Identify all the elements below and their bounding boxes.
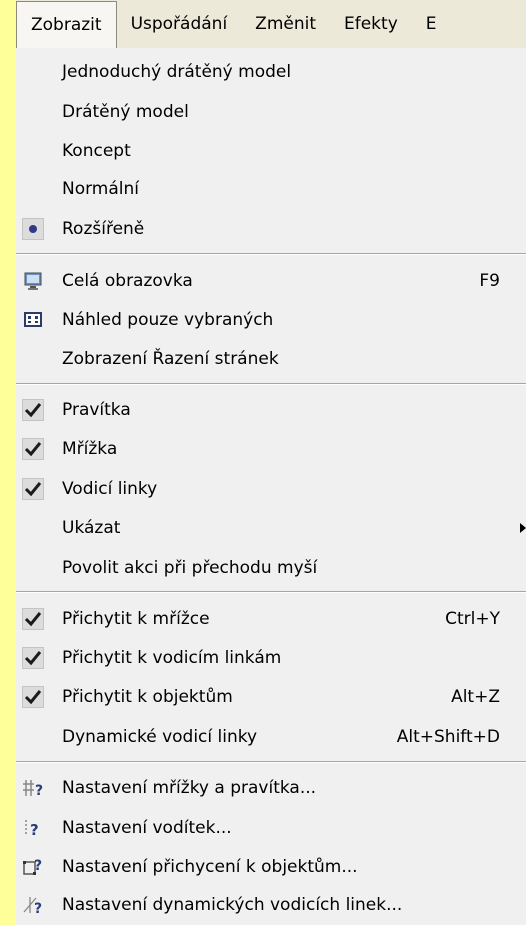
menu-item-shortcut: Alt+Shift+D xyxy=(396,727,500,747)
menu-item-label: Přichytit k vodicím linkám xyxy=(62,648,282,668)
menu-item-label: Náhled pouze vybraných xyxy=(62,310,274,330)
menu-item-snap-to-grid[interactable]: Přichytit k mřížce Ctrl+Y xyxy=(16,600,526,638)
menu-item-dynamic-guides[interactable]: Dynamické vodicí linky Alt+Shift+D xyxy=(16,718,526,756)
menu-item-label: Ukázat xyxy=(62,518,121,538)
yellow-background-strip xyxy=(0,0,16,925)
menu-item-simple-wireframe[interactable]: Jednoduchý drátěný model xyxy=(16,53,526,91)
checkmark-icon xyxy=(22,399,44,421)
menu-item-mouseover-action[interactable]: Povolit akci při přechodu myší xyxy=(16,549,526,587)
menu-next-partial[interactable]: E xyxy=(412,2,451,46)
snap-settings-icon: ? xyxy=(22,856,44,878)
menu-item-shortcut: Alt+Z xyxy=(451,687,500,707)
menu-item-label: Nastavení přichycení k objektům... xyxy=(62,857,358,877)
guides-settings-icon: ? xyxy=(22,817,44,839)
menu-item-label: Pravítka xyxy=(62,400,131,420)
menu-item-guidelines[interactable]: Vodicí linky xyxy=(16,470,526,508)
checkmark-icon xyxy=(22,478,44,500)
menu-item-dynamic-guides-setup[interactable]: ? Nastavení dynamických vodicích linek..… xyxy=(16,886,526,924)
menu-item-label: Dynamické vodicí linky xyxy=(62,727,258,747)
grid-settings-icon: ? xyxy=(22,777,44,799)
svg-text:?: ? xyxy=(35,783,43,798)
dynamic-guides-settings-icon: ? xyxy=(22,894,44,916)
menu-item-normal[interactable]: Normální xyxy=(16,170,526,208)
menu-item-snap-to-objects[interactable]: Přichytit k objektům Alt+Z xyxy=(16,678,526,716)
menu-bar: Zobrazit Uspořádání Změnit Efekty E xyxy=(16,0,526,49)
menu-item-wireframe[interactable]: Drátěný model xyxy=(16,93,526,131)
menu-item-label: Vodicí linky xyxy=(62,479,158,499)
menu-item-label: Přichytit k objektům xyxy=(62,687,233,707)
checkmark-icon xyxy=(22,686,44,708)
menu-item-label: Nastavení vodítek... xyxy=(62,818,232,838)
menu-item-page-sorter[interactable]: Zobrazení Řazení stránek xyxy=(16,340,526,378)
menu-item-shortcut: F9 xyxy=(479,271,500,291)
menu-item-show[interactable]: Ukázat xyxy=(16,509,526,547)
svg-text:?: ? xyxy=(34,858,42,874)
svg-text:?: ? xyxy=(30,821,39,838)
menu-separator xyxy=(16,383,526,385)
menu-separator xyxy=(16,253,526,255)
menu-item-shortcut: Ctrl+Y xyxy=(445,609,500,629)
menu-efekty[interactable]: Efekty xyxy=(330,2,412,46)
menu-zmenit[interactable]: Změnit xyxy=(241,2,330,46)
menu-item-label: Mřížka xyxy=(62,439,118,459)
radio-selected-icon xyxy=(22,218,44,240)
menu-item-label: Celá obrazovka xyxy=(62,271,193,291)
checkmark-icon xyxy=(22,647,44,669)
zobrazit-dropdown-menu: Jednoduchý drátěný model Drátěný model K… xyxy=(16,48,526,925)
menu-item-guidelines-setup[interactable]: ? Nastavení vodítek... xyxy=(16,809,526,847)
monitor-icon xyxy=(22,270,44,292)
menu-item-grid[interactable]: Mřížka xyxy=(16,430,526,468)
menu-item-label: Rozšířeně xyxy=(62,219,145,239)
menu-item-snap-objects-setup[interactable]: ? Nastavení přichycení k objektům... xyxy=(16,848,526,886)
menu-item-label: Drátěný model xyxy=(62,102,189,122)
menu-item-label: Povolit akci při přechodu myší xyxy=(62,558,318,578)
menu-item-enhanced[interactable]: Rozšířeně xyxy=(16,210,526,248)
menu-item-label: Přichytit k mřížce xyxy=(62,609,210,629)
menu-item-rulers[interactable]: Pravítka xyxy=(16,391,526,429)
submenu-arrow-icon xyxy=(520,523,526,533)
menu-item-label: Nastavení dynamických vodicích linek... xyxy=(62,895,403,915)
menu-item-preview-selected[interactable]: Náhled pouze vybraných xyxy=(16,301,526,339)
menu-zobrazit[interactable]: Zobrazit xyxy=(16,1,117,48)
menu-item-label: Jednoduchý drátěný model xyxy=(62,62,292,82)
menu-item-grid-ruler-setup[interactable]: ? Nastavení mřížky a pravítka... xyxy=(16,769,526,807)
menu-item-label: Normální xyxy=(62,179,140,199)
menu-separator xyxy=(16,761,526,763)
checkmark-icon xyxy=(22,608,44,630)
menu-usporadani[interactable]: Uspořádání xyxy=(117,2,242,46)
menu-item-snap-to-guidelines[interactable]: Přichytit k vodicím linkám xyxy=(16,639,526,677)
menu-item-label: Zobrazení Řazení stránek xyxy=(62,349,279,369)
menu-separator xyxy=(16,591,526,593)
menu-item-label: Koncept xyxy=(62,141,131,161)
menu-item-label: Nastavení mřížky a pravítka... xyxy=(62,778,317,798)
preview-selected-icon xyxy=(22,309,44,331)
checkmark-icon xyxy=(22,438,44,460)
menu-item-draft[interactable]: Koncept xyxy=(16,132,526,170)
svg-text:?: ? xyxy=(34,901,42,915)
menu-item-full-screen[interactable]: Celá obrazovka F9 xyxy=(16,262,526,300)
